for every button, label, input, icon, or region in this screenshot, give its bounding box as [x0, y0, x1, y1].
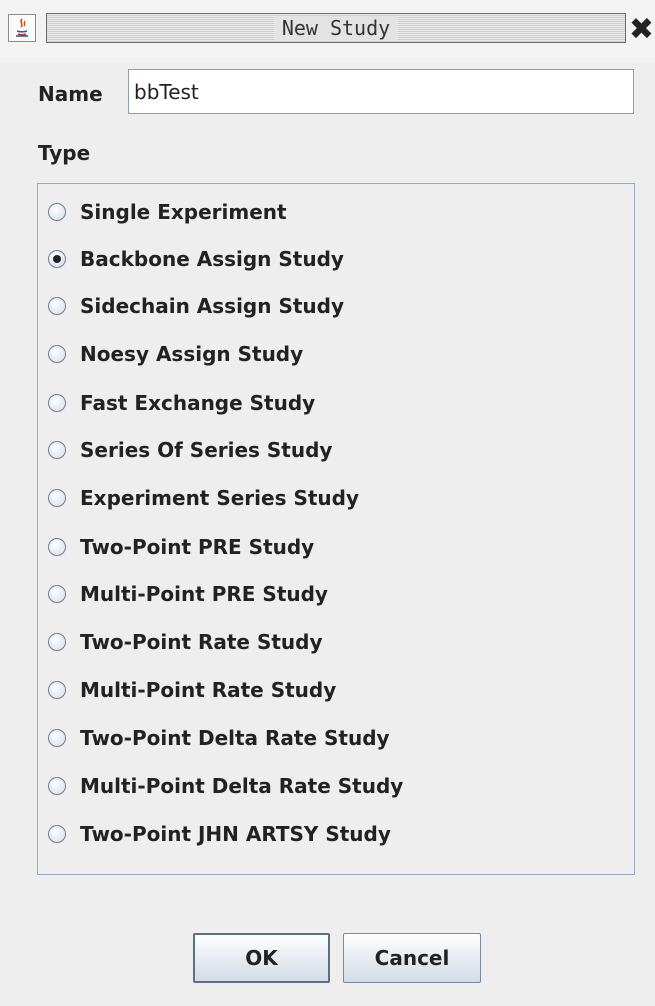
title-bar[interactable]: New Study ✖	[0, 0, 655, 62]
radio-button[interactable]	[48, 538, 66, 556]
radio-button[interactable]	[48, 441, 66, 459]
option-label: Sidechain Assign Study	[80, 294, 345, 318]
window-title: New Study	[46, 13, 626, 43]
window-title-text: New Study	[273, 16, 399, 40]
option-two-point-jhn-artsy-study[interactable]: Two-Point JHN ARTSY Study	[48, 817, 391, 851]
name-input[interactable]	[128, 69, 634, 114]
option-fast-exchange-study[interactable]: Fast Exchange Study	[48, 386, 315, 420]
option-label: Two-Point Delta Rate Study	[80, 726, 390, 750]
option-label: Backbone Assign Study	[80, 247, 344, 271]
option-multi-point-delta-rate-study[interactable]: Multi-Point Delta Rate Study	[48, 769, 403, 803]
cancel-button[interactable]: Cancel	[343, 933, 481, 983]
radio-button[interactable]	[48, 250, 66, 268]
radio-button[interactable]	[48, 681, 66, 699]
option-label: Multi-Point Rate Study	[80, 678, 337, 702]
option-label: Multi-Point Delta Rate Study	[80, 774, 404, 798]
option-label: Two-Point JHN ARTSY Study	[80, 822, 391, 846]
radio-button[interactable]	[48, 633, 66, 651]
option-two-point-delta-rate-study[interactable]: Two-Point Delta Rate Study	[48, 721, 390, 755]
option-multi-point-rate-study[interactable]: Multi-Point Rate Study	[48, 673, 336, 707]
option-label: Multi-Point PRE Study	[80, 582, 328, 606]
option-label: Noesy Assign Study	[80, 342, 304, 366]
option-multi-point-pre-study[interactable]: Multi-Point PRE Study	[48, 577, 328, 611]
radio-button[interactable]	[48, 203, 66, 221]
radio-button[interactable]	[48, 777, 66, 795]
option-label: Single Experiment	[80, 200, 287, 224]
option-sidechain-assign-study[interactable]: Sidechain Assign Study	[48, 289, 344, 323]
type-label: Type	[38, 141, 91, 165]
option-label: Fast Exchange Study	[80, 391, 316, 415]
radio-button[interactable]	[48, 297, 66, 315]
close-icon[interactable]: ✖	[628, 10, 655, 48]
radio-button[interactable]	[48, 825, 66, 843]
option-two-point-rate-study[interactable]: Two-Point Rate Study	[48, 625, 323, 659]
radio-button[interactable]	[48, 489, 66, 507]
option-label: Series Of Series Study	[80, 438, 333, 462]
radio-button[interactable]	[48, 729, 66, 747]
option-experiment-series-study[interactable]: Experiment Series Study	[48, 481, 359, 515]
radio-button[interactable]	[48, 394, 66, 412]
ok-button[interactable]: OK	[193, 933, 330, 983]
option-label: Two-Point Rate Study	[80, 630, 323, 654]
study-type-panel: Single Experiment Backbone Assign Study …	[37, 183, 635, 875]
option-noesy-assign-study[interactable]: Noesy Assign Study	[48, 337, 303, 371]
option-label: Experiment Series Study	[80, 486, 360, 510]
radio-button[interactable]	[48, 585, 66, 603]
option-two-point-pre-study[interactable]: Two-Point PRE Study	[48, 530, 314, 564]
java-icon[interactable]	[8, 14, 36, 42]
option-single-experiment[interactable]: Single Experiment	[48, 195, 287, 229]
option-label: Two-Point PRE Study	[80, 535, 315, 559]
option-backbone-assign-study[interactable]: Backbone Assign Study	[48, 242, 344, 276]
option-series-of-series-study[interactable]: Series Of Series Study	[48, 433, 332, 467]
radio-button[interactable]	[48, 345, 66, 363]
name-label: Name	[38, 82, 103, 106]
